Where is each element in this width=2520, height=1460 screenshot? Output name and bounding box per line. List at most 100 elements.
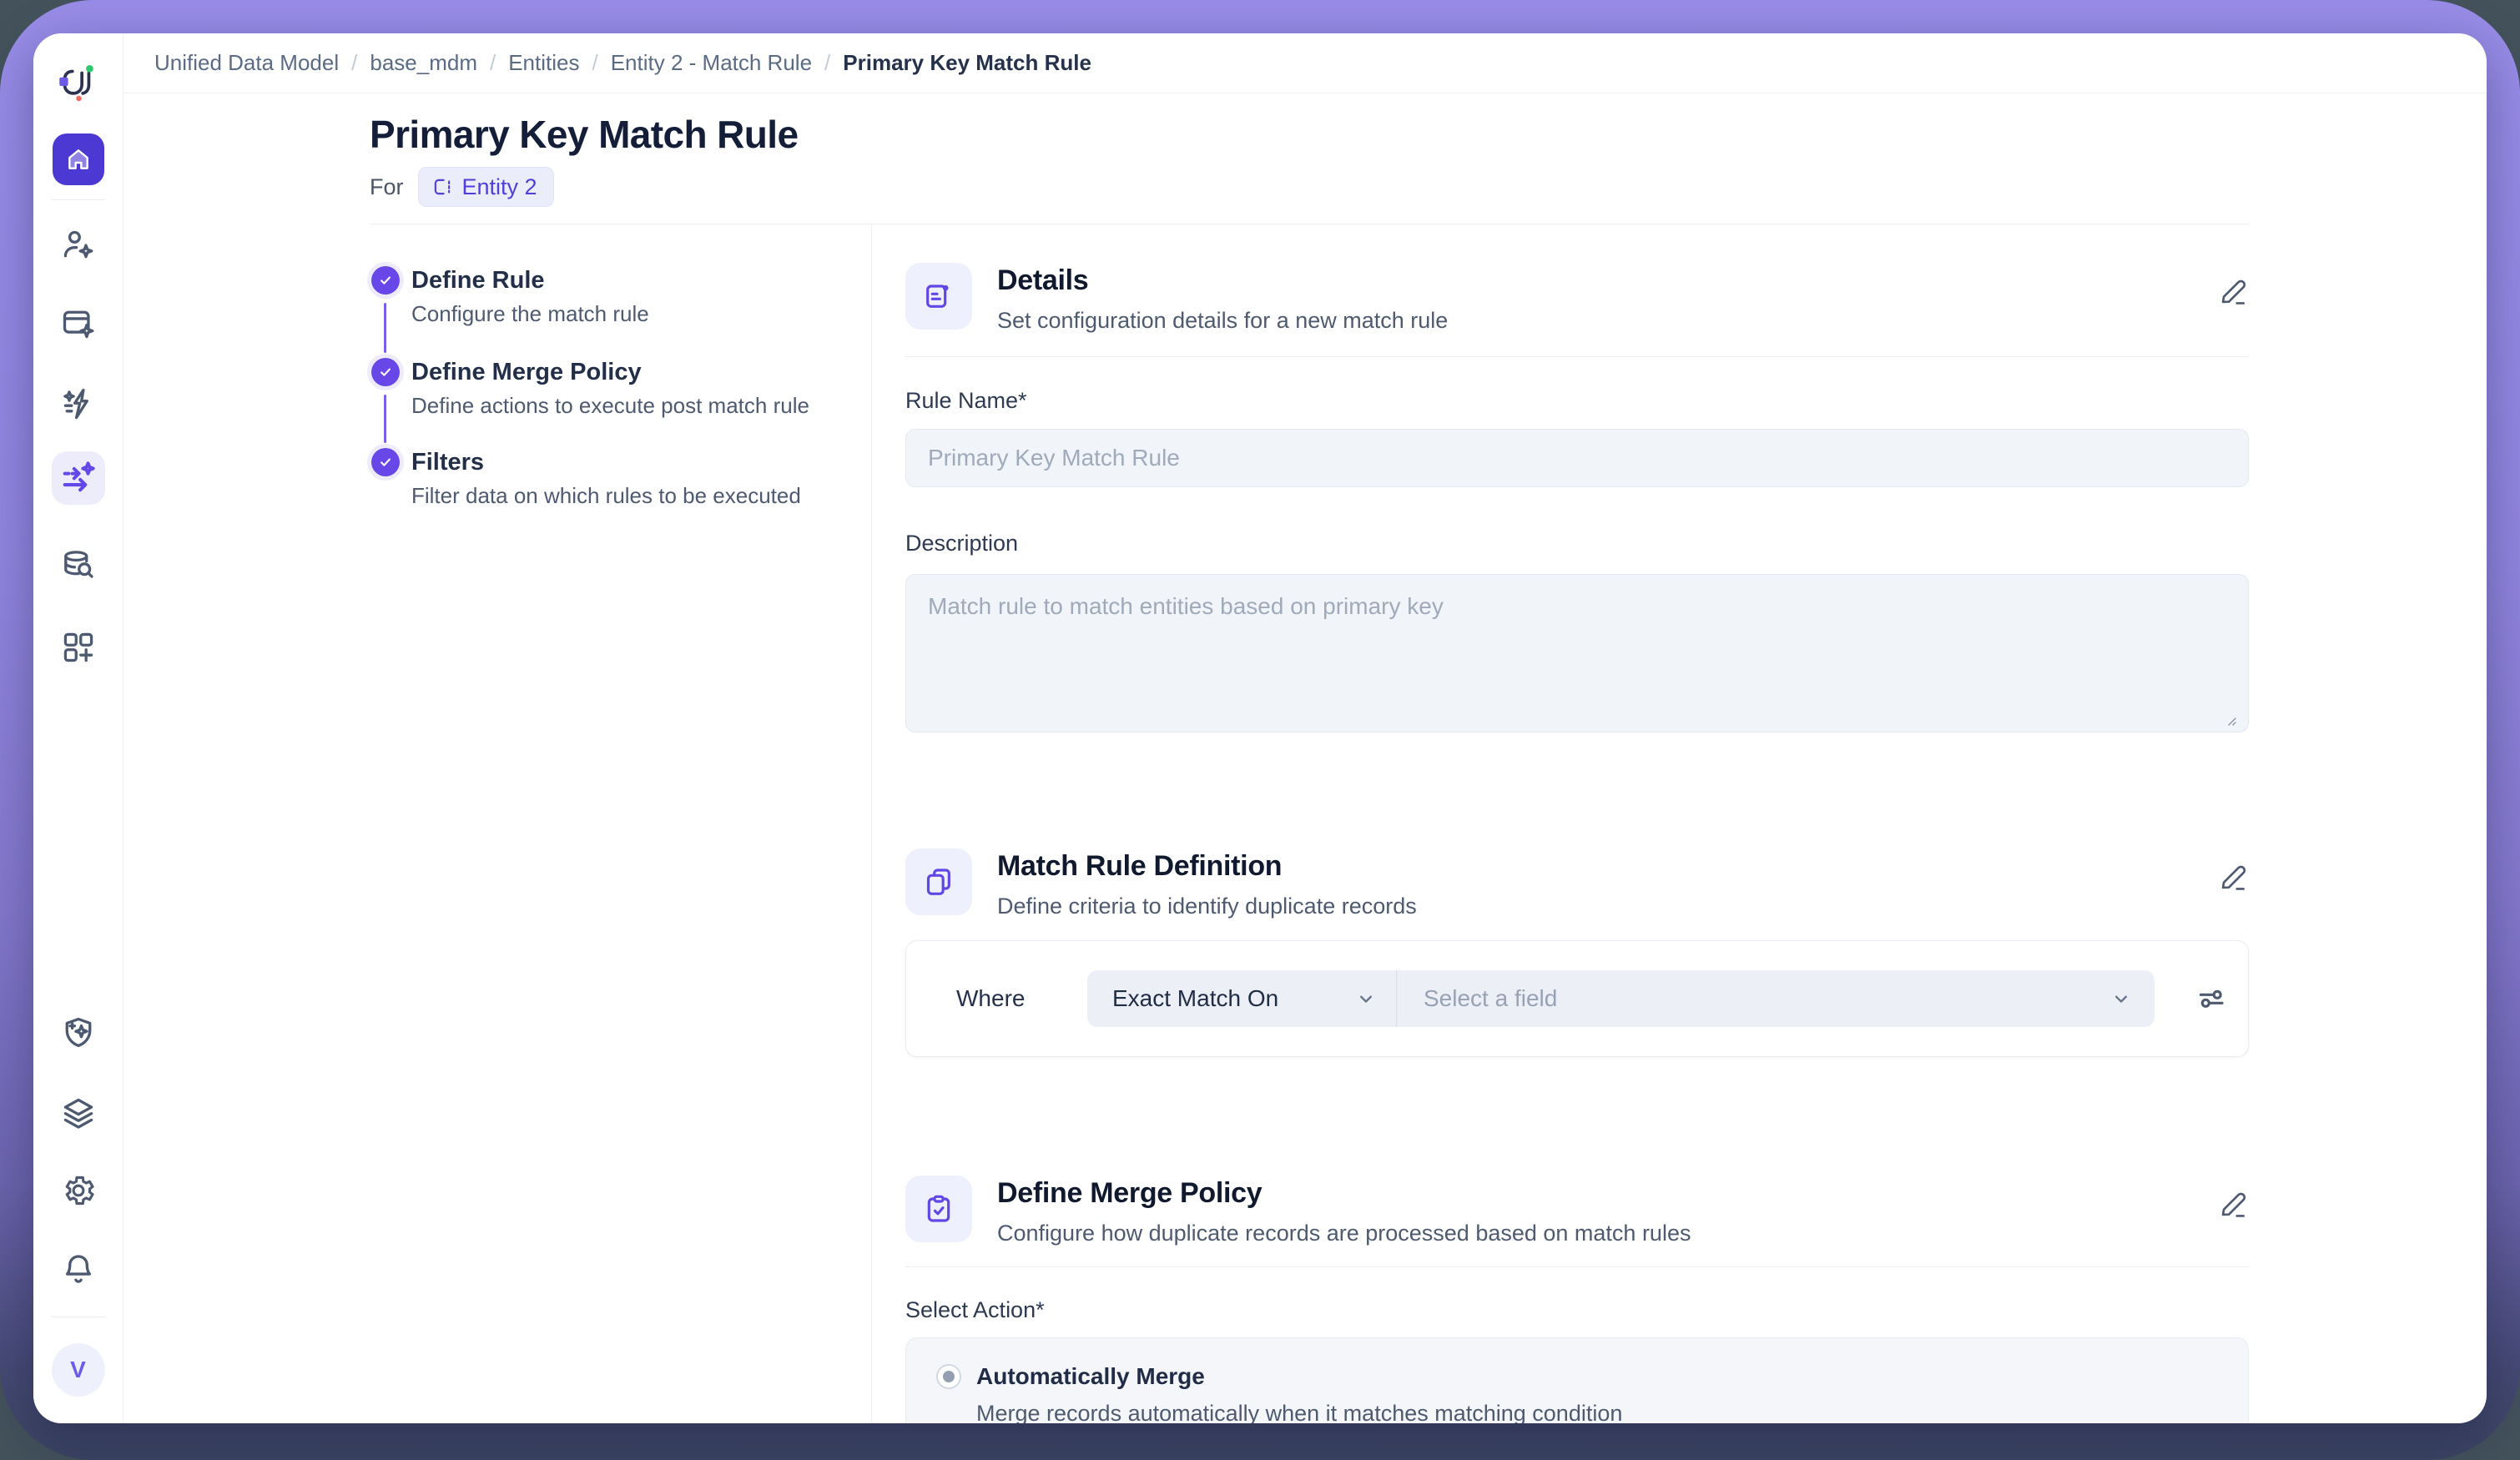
breadcrumb-item[interactable]: Entities <box>508 50 579 76</box>
rule-name-input[interactable] <box>905 429 2249 487</box>
merge-policy-section-title: Define Merge Policy <box>997 1177 1691 1210</box>
details-divider <box>905 356 2249 357</box>
content-grid: Define Rule Configure the match rule Def… <box>370 224 2249 1423</box>
description-field-wrap <box>905 574 2249 737</box>
merge-action-options: Automatically Merge Merge records automa… <box>905 1337 2249 1423</box>
edit-pen-icon <box>2217 276 2249 308</box>
sidebar-item-data-explorer[interactable] <box>59 546 98 585</box>
description-textarea[interactable] <box>905 574 2249 733</box>
advanced-match-settings-button[interactable] <box>2195 982 2228 1015</box>
sidebar-item-forms[interactable] <box>59 305 98 343</box>
form-panel: Details Set configuration details for a … <box>872 224 2249 1423</box>
breadcrumb: Unified Data Model / base_mdm / Entities… <box>123 33 2487 93</box>
id-card-icon <box>922 279 955 313</box>
breadcrumb-item[interactable]: Entity 2 - Match Rule <box>611 50 812 76</box>
step-complete-icon <box>371 448 400 476</box>
check-icon <box>378 365 393 380</box>
chevron-down-icon <box>2109 987 2133 1010</box>
rule-name-field-wrap <box>905 429 2249 487</box>
merge-policy-edit-button[interactable] <box>2217 1189 2249 1221</box>
field-select[interactable]: Select a field <box>1397 970 2155 1027</box>
bell-icon <box>60 1251 97 1287</box>
step-title: Define Rule <box>411 266 649 295</box>
user-sparkle-icon <box>60 226 97 263</box>
sidebar: V <box>33 33 123 1423</box>
chevron-down-icon <box>1354 987 1378 1010</box>
breadcrumb-separator: / <box>824 50 830 76</box>
breadcrumb-separator: / <box>490 50 496 76</box>
option-label: Automatically Merge <box>976 1363 1205 1390</box>
details-section-title: Details <box>997 264 1448 297</box>
step-define-rule[interactable]: Define Rule Configure the match rule <box>371 266 649 327</box>
match-rule-section-header: Match Rule Definition Define criteria to… <box>905 848 2249 919</box>
match-condition-row: Where Exact Match On Select a field <box>905 940 2249 1057</box>
operator-select[interactable]: Exact Match On <box>1087 970 1397 1027</box>
match-rule-edit-button[interactable] <box>2217 862 2249 894</box>
sidebar-item-home[interactable] <box>53 133 104 185</box>
option-description: Merge records automatically when it matc… <box>976 1401 2248 1423</box>
user-avatar[interactable]: V <box>52 1343 105 1397</box>
match-condition-selects: Exact Match On Select a field <box>1087 970 2155 1027</box>
shield-sparkle-icon <box>60 1014 97 1051</box>
database-search-icon <box>60 547 97 584</box>
home-icon <box>65 146 92 173</box>
sidebar-item-notifications[interactable] <box>59 1250 98 1288</box>
app-logo <box>54 60 103 108</box>
details-section-icon-badge <box>905 263 972 330</box>
logo-mark <box>54 60 103 108</box>
description-label: Description <box>905 531 2249 556</box>
bolt-sparkle-icon <box>60 385 97 422</box>
details-section-subtitle: Set configuration details for a new matc… <box>997 308 1448 334</box>
merge-policy-section-subtitle: Configure how duplicate records are proc… <box>997 1221 1691 1246</box>
entity-chip[interactable]: Entity 2 <box>418 167 554 207</box>
sidebar-divider <box>52 199 105 200</box>
entity-icon <box>431 176 453 198</box>
sidebar-item-settings[interactable] <box>59 1171 98 1210</box>
breadcrumb-separator: / <box>351 50 357 76</box>
breadcrumb-item[interactable]: base_mdm <box>370 50 477 76</box>
edit-pen-icon <box>2217 862 2249 894</box>
sidebar-item-users[interactable] <box>59 225 98 264</box>
match-rule-section-icon-badge <box>905 848 972 915</box>
step-complete-icon <box>371 266 400 295</box>
match-rule-section-subtitle: Define criteria to identify duplicate re… <box>997 894 1417 919</box>
select-action-label: Select Action* <box>905 1297 2249 1323</box>
check-icon <box>378 273 393 288</box>
gear-icon <box>60 1172 97 1209</box>
radio-selected[interactable] <box>936 1364 961 1389</box>
details-edit-button[interactable] <box>2217 276 2249 308</box>
step-filters[interactable]: Filters Filter data on which rules to be… <box>371 448 801 509</box>
sidebar-item-apps[interactable] <box>59 628 98 667</box>
clipboard-check-icon <box>922 1192 955 1226</box>
breadcrumb-item-current: Primary Key Match Rule <box>843 50 1091 76</box>
merge-policy-section-header: Define Merge Policy Configure how duplic… <box>905 1176 2249 1246</box>
main-area: Unified Data Model / base_mdm / Entities… <box>123 33 2487 1423</box>
option-automatically-merge[interactable]: Automatically Merge <box>936 1363 2248 1390</box>
step-define-merge-policy[interactable]: Define Merge Policy Define actions to ex… <box>371 358 809 419</box>
for-label: For <box>370 174 404 200</box>
sidebar-item-match-rules-active[interactable] <box>52 451 105 505</box>
step-title: Define Merge Policy <box>411 358 809 386</box>
match-rule-section-title: Match Rule Definition <box>997 850 1417 883</box>
sidebar-item-layers[interactable] <box>59 1094 98 1132</box>
step-description: Configure the match rule <box>411 301 649 327</box>
entity-context-row: For Entity 2 <box>370 167 554 207</box>
merge-policy-divider <box>905 1266 2249 1267</box>
step-title: Filters <box>411 448 801 476</box>
sidebar-item-automation[interactable] <box>59 385 98 423</box>
radio-dot <box>943 1371 955 1382</box>
merge-policy-section-icon-badge <box>905 1176 972 1242</box>
page-title: Primary Key Match Rule <box>370 112 798 157</box>
match-merge-icon <box>59 459 98 497</box>
resize-handle-icon[interactable] <box>2224 713 2237 727</box>
rule-name-label: Rule Name* <box>905 388 2249 414</box>
copy-pages-icon <box>922 865 955 899</box>
step-complete-icon <box>371 358 400 386</box>
step-description: Filter data on which rules to be execute… <box>411 483 801 509</box>
entity-chip-label: Entity 2 <box>462 174 537 200</box>
form-sparkle-icon <box>60 305 97 342</box>
avatar-initial: V <box>70 1357 86 1383</box>
breadcrumb-item[interactable]: Unified Data Model <box>154 50 339 76</box>
page-header: Primary Key Match Rule For Entity 2 <box>123 93 2487 224</box>
sidebar-item-governance[interactable] <box>59 1014 98 1052</box>
